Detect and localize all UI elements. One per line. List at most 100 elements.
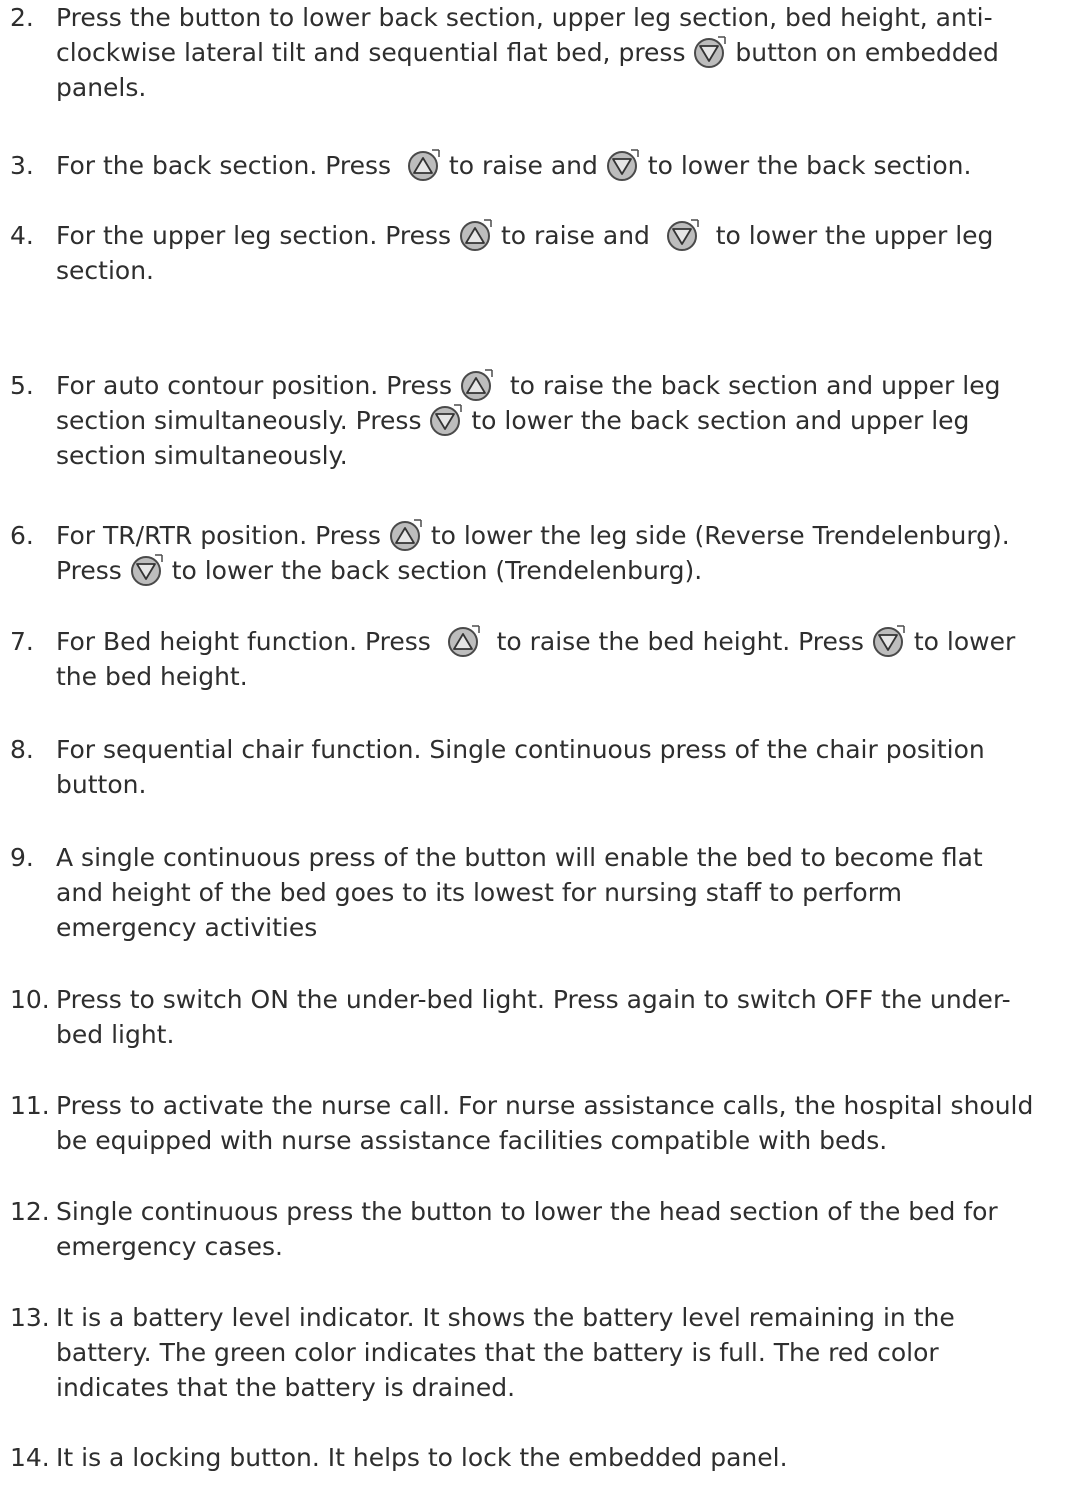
item-number: 8. — [10, 735, 34, 764]
text-segment: battery. The green color indicates that … — [56, 1338, 939, 1367]
text-segment: to raise the bed height. Press — [480, 627, 872, 656]
text-segment: Press to activate the nurse call. For nu… — [56, 1091, 1034, 1120]
text-line: It is a battery level indicator. It show… — [56, 1300, 1080, 1335]
item-text: For the upper leg section. Press to rais… — [56, 218, 1080, 288]
text-segment: section simultaneously. — [56, 441, 348, 470]
item-number: 3. — [10, 151, 34, 180]
text-segment: emergency cases. — [56, 1232, 283, 1261]
text-line: bed light. — [56, 1017, 1080, 1052]
text-segment: section. — [56, 256, 154, 285]
item-text: It is a locking button. It helps to lock… — [56, 1440, 1080, 1475]
text-segment: clockwise lateral tilt and sequential fl… — [56, 38, 694, 67]
text-line: section simultaneously. — [56, 438, 1080, 473]
text-segment: A single continuous press of the button … — [56, 843, 983, 872]
text-segment: panels. — [56, 73, 147, 102]
down-arrow-button-icon — [872, 624, 906, 658]
item-number: 7. — [10, 627, 34, 656]
text-line: It is a locking button. It helps to lock… — [56, 1440, 1080, 1475]
text-segment: to raise and — [440, 151, 606, 180]
text-line: A single continuous press of the button … — [56, 840, 1080, 875]
text-line: For auto contour position. Press to rais… — [56, 368, 1080, 403]
item-number: 13. — [10, 1303, 50, 1332]
item-text: It is a battery level indicator. It show… — [56, 1300, 1080, 1405]
item-number: 14. — [10, 1443, 50, 1472]
text-segment: button. — [56, 770, 147, 799]
text-line: battery. The green color indicates that … — [56, 1335, 1080, 1370]
text-segment: For auto contour position. Press — [56, 371, 460, 400]
down-arrow-button-icon — [130, 553, 164, 587]
item-number: 10. — [10, 985, 50, 1014]
text-segment: to raise the back section and upper leg — [493, 371, 1001, 400]
text-line: For TR/RTR position. Press to lower the … — [56, 518, 1080, 553]
text-segment: Press the button to lower back section, … — [56, 3, 993, 32]
manual-page: 2. Press the button to lower back section… — [0, 0, 1084, 1496]
text-segment: For TR/RTR position. Press — [56, 521, 389, 550]
text-segment: to lower the upper leg — [699, 221, 994, 250]
text-line: clockwise lateral tilt and sequential fl… — [56, 35, 1080, 70]
text-line: and height of the bed goes to its lowest… — [56, 875, 1080, 910]
item-text: For auto contour position. Press to rais… — [56, 368, 1080, 473]
item-text: For the back section. Press to raise and… — [56, 148, 1080, 183]
text-segment: button on embedded — [727, 38, 999, 67]
text-line: Press to lower the back section (Trendel… — [56, 553, 1080, 588]
item-number: 12. — [10, 1197, 50, 1226]
text-segment: to raise and — [493, 221, 666, 250]
text-line: section simultaneously. Press to lower t… — [56, 403, 1080, 438]
text-line: Press to activate the nurse call. For nu… — [56, 1088, 1080, 1123]
text-segment: indicates that the battery is drained. — [56, 1373, 516, 1402]
text-line: the bed height. — [56, 659, 1080, 694]
text-segment: Single continuous press the button to lo… — [56, 1197, 998, 1226]
text-segment: to lower the leg side (Reverse Trendelen… — [422, 521, 1010, 550]
text-segment: to lower the back section (Trendelenburg… — [163, 556, 703, 585]
down-arrow-button-icon — [606, 148, 640, 182]
text-segment: It is a battery level indicator. It show… — [56, 1303, 955, 1332]
text-line: Press the button to lower back section, … — [56, 0, 1080, 35]
down-arrow-button-icon — [693, 35, 727, 69]
item-text: Press to activate the nurse call. For nu… — [56, 1088, 1080, 1158]
down-arrow-button-icon — [429, 403, 463, 437]
text-line: panels. — [56, 70, 1080, 105]
text-line: For Bed height function. Press to raise … — [56, 624, 1080, 659]
down-arrow-button-icon — [666, 218, 700, 252]
text-segment: section simultaneously. Press — [56, 406, 430, 435]
text-segment: to lower the back section and upper leg — [463, 406, 970, 435]
item-number: 9. — [10, 843, 34, 872]
text-segment: bed light. — [56, 1020, 175, 1049]
item-text: For sequential chair function. Single co… — [56, 732, 1080, 802]
text-line: For sequential chair function. Single co… — [56, 732, 1080, 767]
item-number: 2. — [10, 3, 34, 32]
text-line: Single continuous press the button to lo… — [56, 1194, 1080, 1229]
item-number: 4. — [10, 221, 34, 250]
item-text: For TR/RTR position. Press to lower the … — [56, 518, 1080, 588]
item-text: A single continuous press of the button … — [56, 840, 1080, 945]
text-segment: to lower the back section. — [639, 151, 972, 180]
text-segment: Press — [56, 556, 130, 585]
up-arrow-button-icon — [460, 368, 494, 402]
text-segment: the bed height. — [56, 662, 248, 691]
item-number: 5. — [10, 371, 34, 400]
text-segment: be equipped with nurse assistance facili… — [56, 1126, 888, 1155]
text-line: For the back section. Press to raise and… — [56, 148, 1080, 183]
item-text: Press the button to lower back section, … — [56, 0, 1080, 105]
text-line: emergency cases. — [56, 1229, 1080, 1264]
up-arrow-button-icon — [459, 218, 493, 252]
item-text: Press to switch ON the under-bed light. … — [56, 982, 1080, 1052]
text-line: be equipped with nurse assistance facili… — [56, 1123, 1080, 1158]
text-line: For the upper leg section. Press to rais… — [56, 218, 1080, 253]
item-text: Single continuous press the button to lo… — [56, 1194, 1080, 1264]
item-number: 6. — [10, 521, 34, 550]
text-line: button. — [56, 767, 1080, 802]
text-segment: For sequential chair function. Single co… — [56, 735, 985, 764]
up-arrow-button-icon — [407, 148, 441, 182]
text-line: section. — [56, 253, 1080, 288]
text-segment: For the back section. Press — [56, 151, 407, 180]
text-segment: For Bed height function. Press — [56, 627, 447, 656]
up-arrow-button-icon — [389, 518, 423, 552]
up-arrow-button-icon — [447, 624, 481, 658]
text-line: Press to switch ON the under-bed light. … — [56, 982, 1080, 1017]
text-segment: For the upper leg section. Press — [56, 221, 459, 250]
text-segment: and height of the bed goes to its lowest… — [56, 878, 902, 907]
item-text: For Bed height function. Press to raise … — [56, 624, 1080, 694]
text-segment: Press to switch ON the under-bed light. … — [56, 985, 1011, 1014]
text-segment: It is a locking button. It helps to lock… — [56, 1443, 788, 1472]
